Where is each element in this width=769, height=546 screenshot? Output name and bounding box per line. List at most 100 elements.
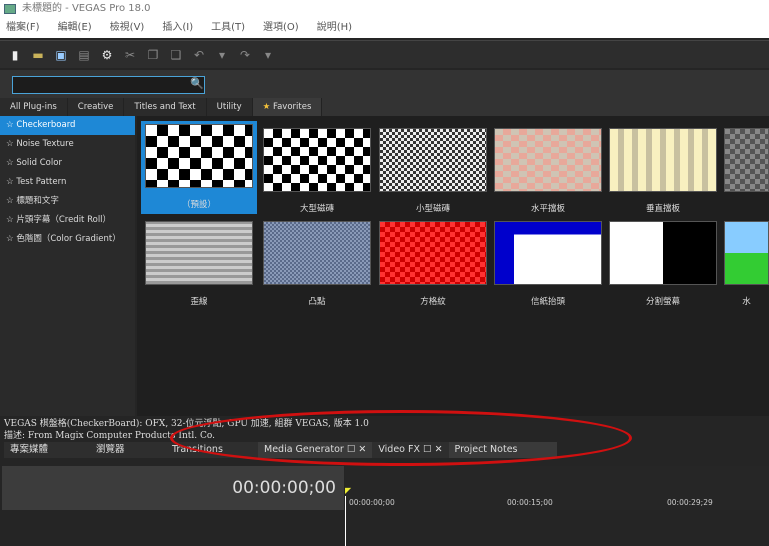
preset-label: 方格紋 — [420, 297, 446, 307]
menu-tools[interactable]: 工具(T) — [211, 18, 245, 38]
plugin-label: Solid Color — [16, 158, 62, 168]
preset-preview — [494, 221, 602, 285]
tab-creative[interactable]: Creative — [67, 98, 125, 116]
preset-preview — [263, 221, 371, 285]
ruler-label: 00:00:15;00 — [507, 498, 553, 507]
preset-thumbnail[interactable]: 信紙抬頭 — [494, 221, 602, 307]
preset-preview — [145, 221, 253, 285]
copy-icon[interactable]: ❐ — [146, 48, 160, 62]
preset-thumbnail[interactable]: （預設） — [141, 121, 257, 214]
tab-titles-and-text[interactable]: Titles and Text — [124, 98, 207, 116]
playhead[interactable] — [345, 496, 346, 546]
plugin-label: Checkerboard — [16, 120, 76, 130]
undo-icon[interactable]: ↶ — [192, 48, 206, 62]
plugin-tabs: All Plug-ins Creative Titles and Text Ut… — [0, 98, 769, 116]
undo-dropdown-icon[interactable]: ▾ — [215, 48, 229, 62]
menu-options[interactable]: 選項(O) — [263, 18, 299, 38]
plugin-item[interactable]: ☆ 色階圖（Color Gradient） — [0, 230, 135, 249]
preset-label: 水 — [742, 297, 751, 307]
preset-label: 垂直擋板 — [645, 204, 680, 214]
tab-explorer[interactable]: 瀏覽器 — [90, 442, 166, 458]
preset-label: 水平擋板 — [530, 204, 565, 214]
preset-preview — [724, 221, 769, 285]
preset-label: 信紙抬頭 — [530, 297, 565, 307]
star-icon: ★ — [262, 102, 271, 112]
preset-thumbnail[interactable]: 歪線 — [145, 221, 253, 307]
plugin-label: Noise Texture — [16, 139, 74, 149]
preset-thumbnail[interactable]: 方格紋 — [379, 221, 487, 307]
tab-project-media[interactable]: 專案媒體 — [4, 442, 90, 458]
timeline-ruler[interactable]: ◤ 00:00:00;00 00:00:15;00 00:00:29;29 — [345, 466, 769, 546]
preset-label: 小型磁磚 — [415, 204, 450, 214]
preset-preview — [609, 221, 717, 285]
plugin-label: 色階圖（Color Gradient） — [16, 234, 121, 244]
preset-label: （預設） — [181, 200, 216, 210]
render-icon[interactable]: ▤ — [77, 48, 91, 62]
star-outline-icon[interactable]: ☆ — [6, 234, 14, 244]
new-file-icon[interactable]: ▮ — [8, 48, 22, 62]
menu-help[interactable]: 說明(H) — [317, 18, 352, 38]
plugin-label: Test Pattern — [16, 177, 67, 187]
menu-file[interactable]: 檔案(F) — [6, 18, 40, 38]
plugin-label: 標題和文字 — [16, 196, 59, 206]
preset-label: 凸點 — [308, 297, 326, 307]
plugin-item[interactable]: ☆ Checkerboard — [0, 116, 135, 135]
preset-thumbnail[interactable]: 分割螢幕 — [609, 221, 717, 307]
redo-icon[interactable]: ↷ — [238, 48, 252, 62]
plugin-item[interactable]: ☆ 片頭字幕（Credit Roll） — [0, 211, 135, 230]
preset-preview — [724, 128, 769, 192]
cursor-marker-icon[interactable]: ◤ — [345, 486, 351, 495]
timecode-display: 00:00:00;00 — [2, 466, 344, 510]
preset-thumbnail[interactable]: 大型磁磚 — [263, 128, 371, 214]
preset-label: 歪線 — [190, 297, 208, 307]
preset-preview — [145, 124, 253, 188]
app-icon — [4, 4, 16, 14]
open-folder-icon[interactable]: ▬ — [31, 48, 45, 62]
preset-preview — [379, 221, 487, 285]
plugin-label: 片頭字幕（Credit Roll） — [16, 215, 112, 225]
ruler-label: 00:00:00;00 — [349, 498, 395, 507]
preset-label: 大型磁磚 — [299, 204, 334, 214]
plugin-item[interactable]: ☆ Test Pattern — [0, 173, 135, 192]
search-input[interactable] — [12, 76, 205, 94]
star-outline-icon[interactable]: ☆ — [6, 139, 14, 149]
preset-thumbnail[interactable]: 垂直擋板 — [609, 128, 717, 214]
preset-preview — [263, 128, 371, 192]
ruler-label: 00:00:29;29 — [667, 498, 713, 507]
menu-edit[interactable]: 編輯(E) — [58, 18, 92, 38]
gear-icon[interactable]: ⚙ — [100, 48, 114, 62]
plugin-item[interactable]: ☆ Solid Color — [0, 154, 135, 173]
menu-view[interactable]: 檢視(V) — [110, 18, 145, 38]
window-title: 未標題的 - VEGAS Pro 18.0 — [22, 3, 151, 14]
preset-preview — [379, 128, 487, 192]
save-icon[interactable]: ▣ — [54, 48, 68, 62]
star-outline-icon[interactable]: ☆ — [6, 177, 14, 187]
redo-dropdown-icon[interactable]: ▾ — [261, 48, 275, 62]
preset-preview — [494, 128, 602, 192]
tab-utility[interactable]: Utility — [206, 98, 253, 116]
tab-all-plugins[interactable]: All Plug-ins — [0, 98, 68, 116]
search-icon[interactable]: 🔍 — [190, 77, 204, 90]
plugin-list: ☆ Checkerboard ☆ Noise Texture ☆ Solid Col… — [0, 116, 135, 416]
preset-thumbnail[interactable]: 小型磁磚 — [379, 128, 487, 214]
plugin-item[interactable]: ☆ 標題和文字 — [0, 192, 135, 211]
preset-grid: （預設） 大型磁磚 小型磁磚 水平擋板 垂直擋板歪線 凸點 方格紋 信紙抬頭 分割螢幕 水 — [137, 116, 769, 416]
menu-bar: 檔案(F) 編輯(E) 檢視(V) 插入(I) 工具(T) 選項(O) 說明(H… — [0, 18, 769, 38]
menu-insert[interactable]: 插入(I) — [162, 18, 193, 38]
cut-icon[interactable]: ✂ — [123, 48, 137, 62]
star-outline-icon[interactable]: ☆ — [6, 196, 14, 206]
paste-icon[interactable]: ❑ — [169, 48, 183, 62]
plugin-item[interactable]: ☆ Noise Texture — [0, 135, 135, 154]
preset-preview — [609, 128, 717, 192]
title-bar: 未標題的 - VEGAS Pro 18.0 — [0, 0, 769, 18]
star-outline-icon[interactable]: ☆ — [6, 215, 14, 225]
search-row: 🔍 — [0, 70, 769, 98]
annotation-ellipse — [170, 410, 632, 466]
preset-thumbnail[interactable]: 水平擋板 — [494, 128, 602, 214]
star-outline-icon[interactable]: ☆ — [6, 120, 14, 130]
tab-favorites[interactable]: ★ Favorites — [252, 98, 323, 116]
preset-thumbnail[interactable]: 水 — [724, 221, 769, 307]
star-outline-icon[interactable]: ☆ — [6, 158, 14, 168]
preset-thumbnail[interactable]: 凸點 — [263, 221, 371, 307]
preset-thumbnail[interactable] — [724, 128, 769, 202]
